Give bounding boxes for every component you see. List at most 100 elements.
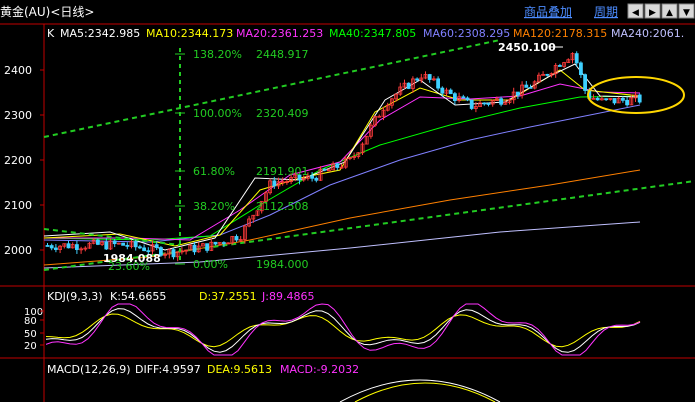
price-axis: 2000 2100 2200 2300 2400 [4,64,44,257]
header-bar [0,0,695,22]
candle-body [142,247,147,252]
macd-lines [339,379,501,402]
macd-diff-value: DIFF:4.9597 [135,363,201,376]
fib-price-label: 2191.901 [256,165,309,178]
candle-body [314,177,319,181]
chart-window: 黄金(AU)<日线> 商品叠加 周期 ◀ ▶ ▲ ▼ K MA5:2342.985 MA1… [0,0,695,402]
fib-price-label: 1984.000 [256,258,309,271]
candle-body [125,244,130,247]
candle-body [112,240,117,245]
kdj-tick-50: 50 [24,329,37,340]
candle-body [452,93,457,101]
kdj-tick-100: 100 [24,307,43,318]
candle-body [221,242,226,244]
kdj-j-line [45,303,641,356]
candle-body [604,98,608,101]
candle-body [545,73,550,76]
nav-arrow-1: ▶ [649,8,656,18]
candle-body [427,74,432,80]
fib-pct-label: 0.00% [193,258,228,271]
candle-body [440,87,445,94]
candle-body [621,97,625,101]
fib-pct-label: 61.80% [193,165,235,178]
ma5-line [43,63,641,251]
ma-legend-prefix: K [47,27,55,40]
price-tick-2400: 2400 [4,64,32,77]
kdj-d-line [45,313,641,348]
kdj-j-value: J:89.4865 [261,290,314,303]
fib-pct-label: 100.00% [193,107,242,120]
ma20-line [44,83,641,241]
candle-body [310,175,315,179]
candle-body [377,115,382,118]
candle-body [205,243,210,251]
candle-body [75,244,79,250]
candle-body [528,86,533,89]
ma-legend: K MA5:2342.985 MA10:2344.173 MA20:2361.253 M… [47,27,684,40]
macd-dea-line [354,382,496,402]
fib-price-label: 2448.917 [256,48,309,61]
kdj-lines [45,303,641,356]
candle-body [579,62,583,76]
fib-23-label: 23.60% [108,260,150,273]
candle-body [469,99,474,109]
candle-body [66,243,71,249]
ma-legend-ma40: MA40:2347.805 [329,27,416,40]
candle-body [104,241,109,250]
candle-body [415,78,420,81]
candle-body [137,246,142,249]
chart-title: 黄金(AU)<日线> [0,4,94,19]
ma-legend-ma5: MA5:2342.985 [60,27,140,40]
kdj-k-line [45,308,641,353]
fib-price-label: 2320.409 [256,107,309,120]
nav-arrow-3: ▼ [683,8,690,18]
price-tick-2000: 2000 [4,244,32,257]
fib-pct-label: 38.20% [193,200,235,213]
candle-body [171,249,176,258]
ma-legend-ma20: MA20:2361.253 [236,27,323,40]
candle-body [625,99,629,106]
nav-arrow-2: ▲ [666,8,673,18]
chart-canvas: 黄金(AU)<日线> 商品叠加 周期 ◀ ▶ ▲ ▼ K MA5:2342.985 MA1… [0,0,695,402]
candle-body [133,241,138,248]
candle-body [49,245,54,249]
candle-body [54,247,58,250]
candle-body [574,53,579,64]
period-link[interactable]: 周期 [594,5,618,19]
candle-body [465,97,470,101]
candle-body [436,78,441,89]
overlay-commodity-link[interactable]: 商品叠加 [524,4,572,19]
trend-lines [43,39,695,271]
candle-body [335,163,340,168]
candle-body [234,236,239,241]
ma-legend-ma10: MA10:2344.173 [146,27,233,40]
candle-body [612,98,617,104]
high-price-label: 2450.100 [498,41,556,54]
macd-dea-value: DEA:9.5613 [207,363,272,376]
fib-price-label: 2112.508 [256,200,309,213]
candle-body [558,65,562,67]
ma-legend-ma120: MA120:2178.315 [513,27,607,40]
nav-arrow-0: ◀ [632,8,639,18]
candle-body [121,242,125,246]
ma-legend-ma60: MA60:2308.295 [423,27,510,40]
candle-body [595,97,600,101]
candle-body [213,241,218,245]
candle-body [486,103,491,105]
price-tick-2200: 2200 [4,154,32,167]
macd-value: MACD:-9.2032 [280,363,359,376]
kdj-axis: 205080100 [24,307,44,352]
candlesticks [45,51,642,262]
candle-body [499,98,504,105]
price-tick-2300: 2300 [4,109,32,122]
fib-pct-label: 138.20% [193,48,242,61]
ma120-line [43,169,641,266]
candle-body [96,239,100,245]
candle-body [154,244,159,248]
candle-body [637,94,642,103]
candle-body [406,82,411,89]
candle-body [192,244,197,253]
ma-legend-ma240: MA240:2061. [611,27,684,40]
candle-body [448,89,453,95]
candle-body [322,168,327,171]
